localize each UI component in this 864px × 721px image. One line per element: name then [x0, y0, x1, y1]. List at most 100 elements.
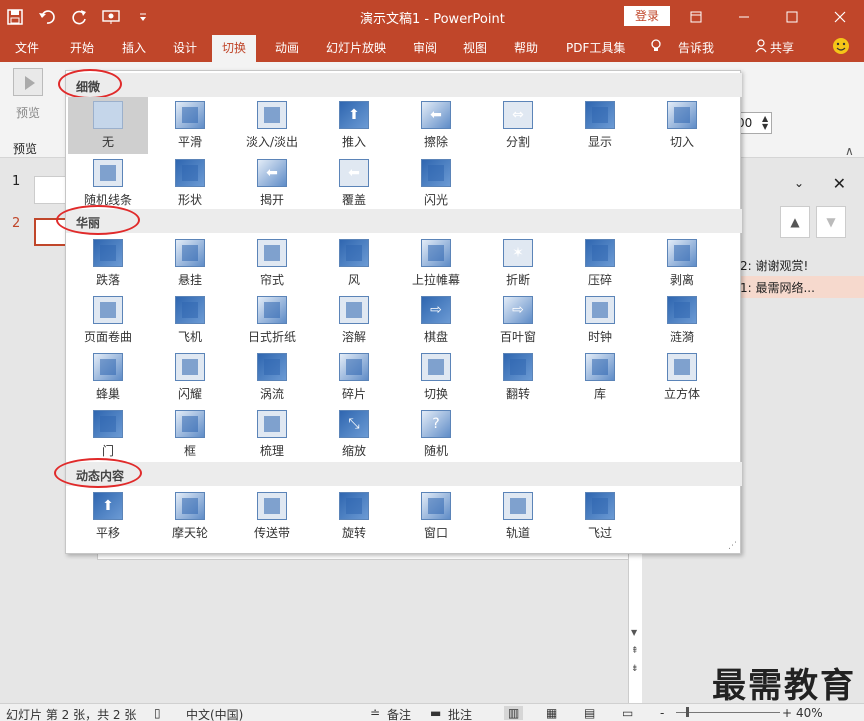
transition-push[interactable]: ⬆ 推入 [314, 97, 394, 154]
tab-file[interactable]: 文件 [15, 39, 39, 56]
transition-page-curl[interactable]: 页面卷曲 [68, 292, 148, 349]
preview-button[interactable]: 预览 [8, 68, 48, 121]
transition-box[interactable]: 框 [150, 406, 230, 463]
close-icon[interactable] [816, 0, 864, 33]
pane-list-item[interactable]: 2: 谢谢观赏! [740, 254, 864, 276]
transition-peel-off[interactable]: 剥离 [642, 235, 722, 292]
tab-home[interactable]: 开始 [70, 39, 94, 56]
login-button[interactable]: 登录 [624, 6, 670, 26]
transition-clock[interactable]: 时钟 [560, 292, 640, 349]
collapse-ribbon-icon[interactable]: ∧ [845, 144, 854, 158]
tab-insert[interactable]: 插入 [122, 39, 146, 56]
transition-switch[interactable]: 切换 [396, 349, 476, 406]
save-icon[interactable] [6, 8, 24, 26]
transition-crush[interactable]: 压碎 [560, 235, 640, 292]
transition-morph[interactable]: 平滑 [150, 97, 230, 154]
slide-sorter-icon[interactable]: ▦ [546, 706, 557, 720]
transition-flip[interactable]: 翻转 [478, 349, 558, 406]
minimize-icon[interactable] [720, 0, 768, 33]
transition-glitter[interactable]: 闪耀 [150, 349, 230, 406]
transition-honeycomb[interactable]: 蜂巢 [68, 349, 148, 406]
slide-thumbnail[interactable] [34, 176, 68, 204]
transition-split[interactable]: ⇔ 分割 [478, 97, 558, 154]
tab-design[interactable]: 设计 [173, 39, 197, 56]
tab-view[interactable]: 视图 [463, 39, 487, 56]
transition-airplane[interactable]: 飞机 [150, 292, 230, 349]
customize-toolbar-icon[interactable] [134, 8, 152, 26]
move-down-button[interactable]: ▼ [816, 206, 846, 238]
scroll-down-icon[interactable]: ▼ [631, 628, 637, 637]
normal-view-icon[interactable]: ▥ [504, 706, 524, 720]
transition-rotate[interactable]: 旋转 [314, 488, 394, 545]
language-status[interactable]: 中文(中国) [186, 706, 243, 721]
transition-fade[interactable]: 淡入/淡出 [232, 97, 312, 154]
tab-review[interactable]: 审阅 [413, 39, 437, 56]
transition-reveal[interactable]: 显示 [560, 97, 640, 154]
transition-comb[interactable]: 梳理 [232, 406, 312, 463]
tab-slideshow[interactable]: 幻灯片放映 [326, 39, 386, 56]
transition-cube[interactable]: 立方体 [642, 349, 722, 406]
transition-prestige[interactable]: 上拉帷幕 [396, 235, 476, 292]
transition-doors[interactable]: 门 [68, 406, 148, 463]
ribbon-display-options-icon[interactable] [672, 0, 720, 33]
share-button[interactable]: 共享 [770, 39, 794, 56]
transition-pan[interactable]: ⬆ 平移 [68, 488, 148, 545]
transition-random[interactable]: ? 随机 [396, 406, 476, 463]
transition-fly-through[interactable]: 飞过 [560, 488, 640, 545]
pane-list-item-selected[interactable]: 1: 最需网络... [740, 276, 864, 298]
transition-flash[interactable]: 闪光 [396, 155, 476, 212]
transition-wind[interactable]: 风 [314, 235, 394, 292]
transition-fracture[interactable]: ✶ 折断 [478, 235, 558, 292]
notes-button[interactable]: 备注 [387, 706, 411, 721]
undo-icon[interactable] [38, 8, 56, 26]
transition-window[interactable]: 窗口 [396, 488, 476, 545]
prev-slide-icon[interactable]: ⇞ [631, 646, 639, 656]
transition-ripple[interactable]: 涟漪 [642, 292, 722, 349]
tell-me-search[interactable]: 告诉我 [678, 39, 714, 56]
next-slide-icon[interactable]: ⇟ [631, 664, 639, 674]
spinner-arrows-icon[interactable]: ▲ ▼ [762, 115, 768, 131]
transition-cut[interactable]: 切入 [642, 97, 722, 154]
move-up-button[interactable]: ▲ [780, 206, 810, 238]
zoom-slider[interactable] [676, 712, 780, 713]
slideshow-view-icon[interactable]: ▭ [622, 706, 633, 720]
transition-dissolve[interactable]: 溶解 [314, 292, 394, 349]
pane-options-icon[interactable]: ⌄ [794, 176, 804, 190]
transition-uncover[interactable]: ⬅ 揭开 [232, 155, 312, 212]
transition-curtains[interactable]: 帘式 [232, 235, 312, 292]
reading-view-icon[interactable]: ▤ [584, 706, 595, 720]
redo-icon[interactable] [70, 8, 88, 26]
transition-gallery[interactable]: 库 [560, 349, 640, 406]
transition-vortex[interactable]: 涡流 [232, 349, 312, 406]
transition-none[interactable]: 无 [68, 97, 148, 154]
tab-animations[interactable]: 动画 [275, 39, 299, 56]
tab-transitions[interactable]: 切换 [212, 35, 257, 62]
zoom-out-button[interactable]: - [660, 706, 664, 720]
smiley-feedback-icon[interactable] [832, 37, 850, 58]
transition-origami[interactable]: 日式折纸 [232, 292, 312, 349]
tab-pdf-tools[interactable]: PDF工具集 [566, 39, 625, 56]
spellcheck-icon[interactable]: ▯ [154, 706, 161, 720]
tab-help[interactable]: 帮助 [514, 39, 538, 56]
zoom-slider-thumb[interactable] [686, 707, 689, 717]
resize-grip-icon[interactable]: ⋰ [728, 541, 737, 551]
pane-close-icon[interactable]: ✕ [833, 174, 846, 193]
transition-zoom[interactable]: ⤡ 缩放 [314, 406, 394, 463]
zoom-in-button[interactable]: + [782, 706, 792, 720]
share-icon[interactable] [755, 39, 767, 56]
present-from-start-icon[interactable] [102, 8, 120, 26]
zoom-level[interactable]: 40% [796, 706, 823, 720]
transition-shred[interactable]: 碎片 [314, 349, 394, 406]
transition-fall-over[interactable]: 跌落 [68, 235, 148, 292]
transition-checkerboard[interactable]: ⇨ 棋盘 [396, 292, 476, 349]
vertical-scrollbar[interactable]: ▼ ⇞ ⇟ [628, 540, 642, 703]
transition-shape[interactable]: 形状 [150, 155, 230, 212]
comments-button[interactable]: 批注 [448, 706, 472, 721]
transition-orbit[interactable]: 轨道 [478, 488, 558, 545]
transition-wipe[interactable]: ⬅ 擦除 [396, 97, 476, 154]
transition-drape[interactable]: 悬挂 [150, 235, 230, 292]
transition-conveyor[interactable]: 传送带 [232, 488, 312, 545]
transition-cover[interactable]: ⬅ 覆盖 [314, 155, 394, 212]
transition-random-bars[interactable]: 随机线条 [68, 155, 148, 212]
maximize-icon[interactable] [768, 0, 816, 33]
